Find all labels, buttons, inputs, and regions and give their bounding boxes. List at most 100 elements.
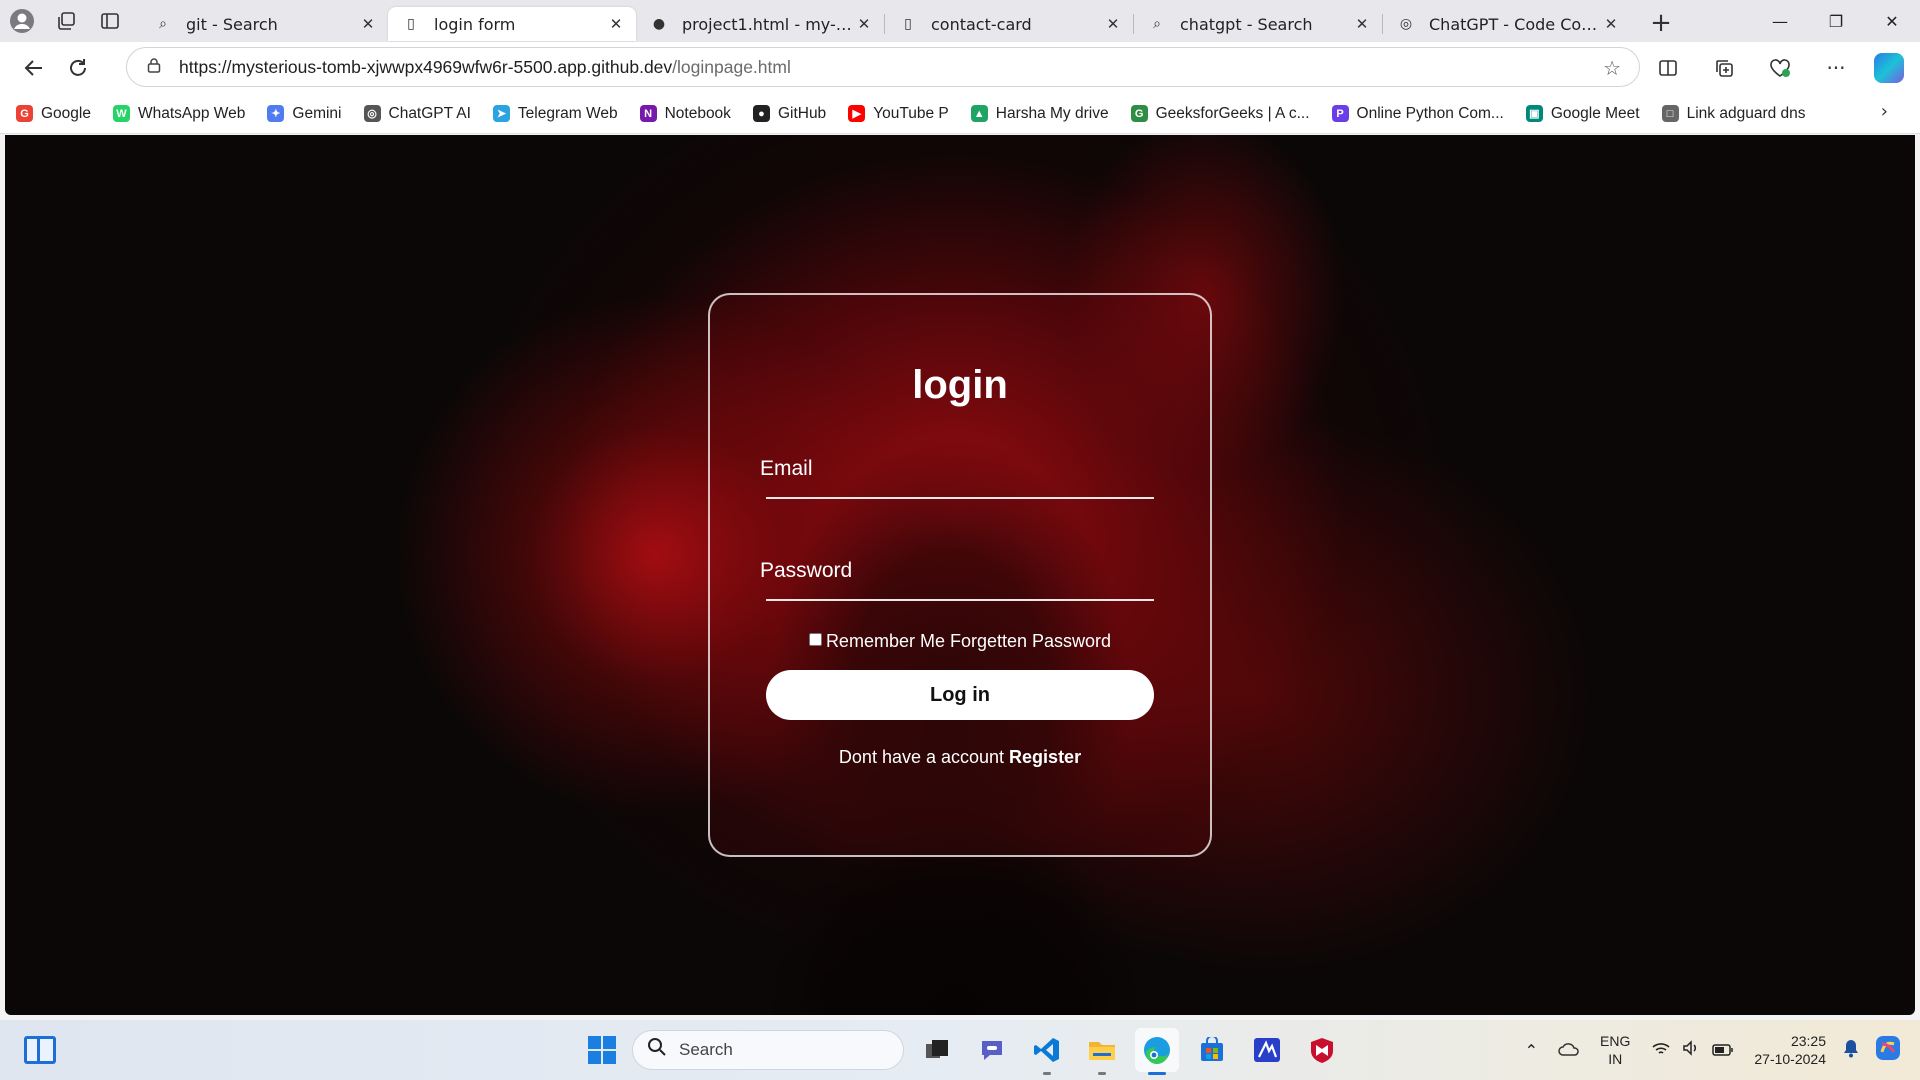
bookmark-favicon-icon: ✦ [267, 105, 285, 122]
close-window-icon[interactable]: ✕ [1864, 0, 1920, 42]
bookmark-label: GitHub [777, 104, 827, 122]
login-card: login Email Password Remember Me Forgett… [708, 293, 1212, 857]
bookmark-favicon-icon: W [112, 105, 130, 122]
bookmark-item[interactable]: ▶ YouTube P [848, 105, 949, 123]
chevron-right-icon[interactable]: › [1881, 101, 1888, 122]
bookmark-favicon-icon: ▲ [970, 105, 988, 122]
browser-tab[interactable]: ⌕ git - Search ✕ [140, 7, 388, 41]
bookmark-label: GeeksforGeeks | A c... [1155, 104, 1310, 122]
taskbar-apps [580, 1028, 635, 1072]
split-screen-icon[interactable] [1640, 48, 1696, 88]
chevron-up-icon[interactable]: ⌃ [1525, 1041, 1538, 1060]
collections-icon[interactable] [1696, 48, 1752, 88]
math-app-icon[interactable] [1245, 1028, 1289, 1072]
browser-tab[interactable]: ◎ ChatGPT - Code Copilot ✕ [1383, 7, 1631, 41]
minimize-icon[interactable]: — [1752, 0, 1808, 42]
file-explorer-icon[interactable] [1080, 1028, 1124, 1075]
restore-icon[interactable]: ❐ [1808, 0, 1864, 42]
remember-checkbox[interactable] [808, 633, 822, 646]
email-field[interactable]: Email [760, 447, 1154, 499]
search-icon: ⌕ [159, 16, 167, 32]
language-indicator[interactable]: ENG IN [1600, 1032, 1630, 1068]
bookmark-item[interactable]: ▣ Google Meet [1525, 104, 1640, 123]
copilot-icon[interactable] [1874, 53, 1904, 83]
screen: ⌕ git - Search ✕ ▯ login form ✕ ● project1.html… [0, 0, 1920, 1080]
bookmark-label: YouTube P [873, 104, 949, 122]
taskbar-search[interactable]: Search [632, 1030, 904, 1070]
browser-tab[interactable]: ● project1.html - my-project✕ [636, 7, 884, 41]
widgets-icon[interactable] [24, 1036, 56, 1064]
teams-chat-icon[interactable] [970, 1028, 1014, 1072]
bookmark-label: Google Meet [1550, 104, 1640, 122]
bookmark-item[interactable]: ▲ Harsha My drive [970, 104, 1109, 123]
bookmark-item[interactable]: G Google [16, 105, 91, 123]
address-bar[interactable]: https://mysterious-tomb-xjwwpx4969wfw6r-… [126, 47, 1640, 87]
close-tab-icon[interactable]: ✕ [358, 15, 378, 33]
bookmark-item[interactable]: ➤ Telegram Web [492, 104, 618, 123]
close-tab-icon[interactable]: ✕ [1352, 15, 1372, 33]
email-label: Email [760, 457, 813, 480]
taskbar: Search ⌃ ENG IN 23:25 27-10-2024 [0, 1020, 1920, 1080]
bookmark-label: ChatGPT AI [388, 104, 471, 122]
bookmark-favicon-icon: ◎ [363, 105, 381, 122]
onedrive-cloud-icon[interactable] [1558, 1041, 1580, 1060]
bookmark-label: Telegram Web [517, 104, 618, 122]
windows-start-icon[interactable] [580, 1028, 624, 1072]
clock[interactable]: 23:25 27-10-2024 [1754, 1032, 1826, 1068]
notification-bell-icon[interactable] [1842, 1038, 1860, 1062]
volume-icon[interactable] [1682, 1040, 1700, 1060]
browser-tab[interactable]: ▯ login form ✕ [388, 7, 636, 41]
wifi-icon[interactable] [1652, 1041, 1670, 1060]
bookmark-favicon-icon: G [1130, 105, 1148, 122]
bookmark-item[interactable]: ◎ ChatGPT AI [363, 104, 471, 123]
toolbar-right: ··· [1640, 42, 1920, 94]
close-tab-icon[interactable]: ✕ [1601, 15, 1621, 33]
lang-code: ENG [1600, 1033, 1631, 1049]
bookmark-item[interactable]: W WhatsApp Web [112, 105, 245, 123]
bookmarks-bar: G Google W WhatsApp Web ✦ Gemini ◎ ChatGPT AI ➤ T… [0, 94, 1920, 134]
close-tab-icon[interactable]: ✕ [854, 15, 874, 33]
profile-icon[interactable] [0, 0, 44, 42]
workspaces-icon[interactable] [44, 0, 88, 42]
mcafee-icon[interactable] [1300, 1028, 1344, 1072]
password-field[interactable]: Password [760, 549, 1154, 601]
tab-label: project1.html - my-project [682, 14, 854, 34]
task-view-icon[interactable] [915, 1028, 959, 1072]
browser-tab[interactable]: ⌕ chatgpt - Search ✕ [1134, 7, 1382, 41]
browser-essentials-icon[interactable] [1752, 48, 1808, 88]
bookmark-favicon-icon: N [639, 105, 657, 122]
bookmark-label: Notebook [664, 104, 731, 122]
page-icon: ▯ [407, 16, 415, 32]
bookmark-favicon-icon: ▶ [848, 105, 866, 122]
bookmark-item[interactable]: G GeeksforGeeks | A c... [1130, 104, 1310, 123]
bookmark-favicon-icon: ▣ [1525, 105, 1543, 122]
register-link[interactable]: Register [1009, 747, 1081, 767]
back-button[interactable] [12, 48, 56, 88]
bookmark-favicon-icon: P [1331, 105, 1349, 122]
bookmark-item[interactable]: P Online Python Com... [1331, 105, 1504, 123]
battery-icon[interactable] [1712, 1041, 1734, 1060]
vscode-icon[interactable] [1025, 1028, 1069, 1075]
bookmark-item[interactable]: ✦ Gemini [267, 105, 342, 123]
bookmark-item[interactable]: □ Link adguard dns [1661, 105, 1806, 123]
refresh-button[interactable] [56, 48, 100, 88]
close-tab-icon[interactable]: ✕ [1103, 15, 1123, 33]
login-button[interactable]: Log in [766, 670, 1154, 720]
bookmark-item[interactable]: ● GitHub [752, 104, 827, 123]
search-icon: ⌕ [1153, 16, 1161, 32]
new-tab-button[interactable]: + [1641, 6, 1681, 40]
lock-icon[interactable] [147, 57, 161, 77]
vertical-tabs-icon[interactable] [88, 0, 132, 42]
remember-text[interactable]: Remember Me Forgetten Password [826, 631, 1111, 652]
close-tab-icon[interactable]: ✕ [606, 15, 626, 33]
tab-label: contact-card [931, 14, 1032, 34]
bookmark-label: Harsha My drive [995, 104, 1109, 122]
microsoft-store-icon[interactable] [1190, 1028, 1234, 1072]
copilot-taskbar-icon[interactable] [1874, 1034, 1902, 1066]
bookmark-item[interactable]: N Notebook [639, 104, 731, 123]
browser-tab[interactable]: ▯ contact-card ✕ [885, 7, 1133, 41]
edge-browser-icon[interactable] [1135, 1028, 1179, 1075]
favorite-star-icon[interactable]: ☆ [1603, 56, 1621, 80]
tab-bar: ⌕ git - Search ✕ ▯ login form ✕ ● project1.html… [0, 0, 1920, 42]
more-options-icon[interactable]: ··· [1808, 48, 1864, 88]
